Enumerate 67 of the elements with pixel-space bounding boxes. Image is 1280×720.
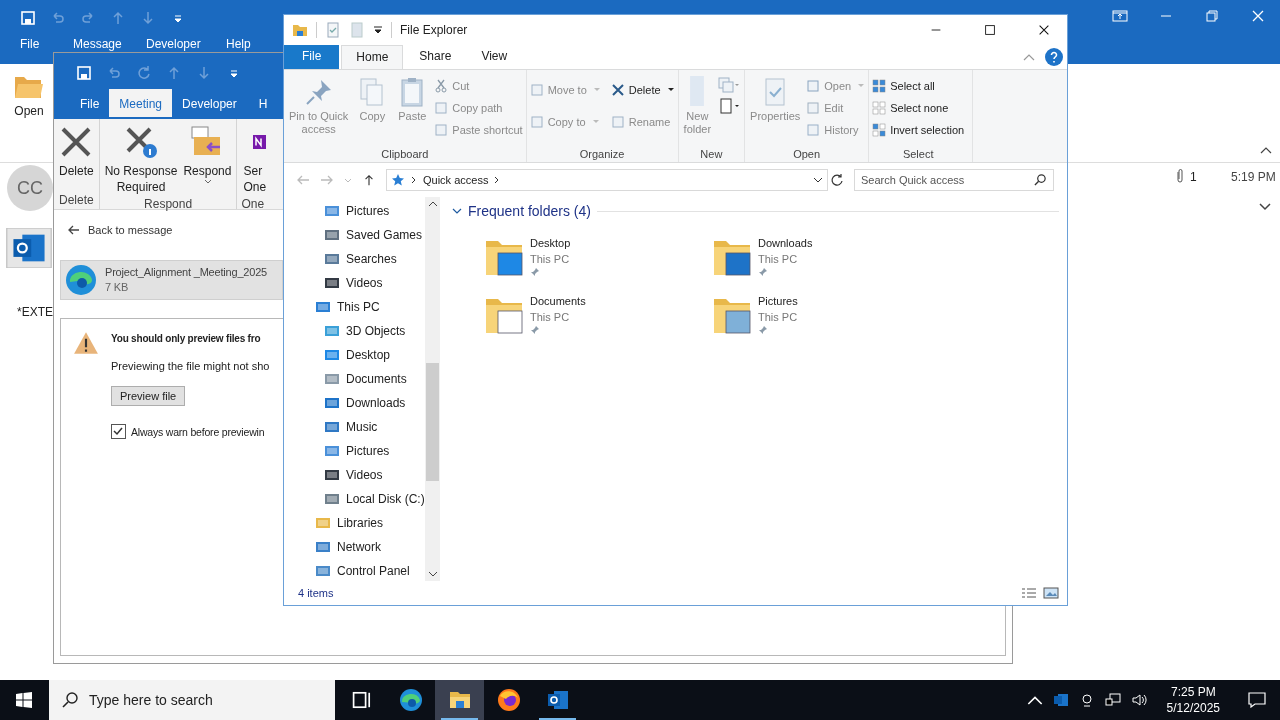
back-link[interactable]: Back to message — [68, 224, 173, 236]
nav-item[interactable]: Saved Games — [284, 223, 425, 247]
taskbar-search-field[interactable]: Type here to search — [49, 680, 335, 720]
search-field[interactable]: Search Quick access — [854, 169, 1054, 191]
clock[interactable]: 7:25 PM 5/12/2025 — [1166, 684, 1220, 716]
nav-item[interactable]: Music — [284, 415, 425, 439]
ribbon-button[interactable]: Respond — [181, 123, 234, 197]
group-label: One — [241, 197, 265, 209]
warning-title: You should only preview files fro — [111, 333, 261, 344]
address-bar[interactable]: Quick access — [386, 169, 828, 191]
message-body-text: *EXTE — [17, 305, 53, 319]
ribbon-button[interactable]: Invert selection — [872, 120, 965, 139]
checkbox-label: Always warn before previewin — [131, 425, 265, 438]
nav-item[interactable]: 3D Objects — [284, 319, 425, 343]
group-label: Clipboard — [381, 148, 429, 160]
ribbon-tab[interactable]: Meeting — [109, 89, 173, 117]
ribbon-button[interactable]: Delete — [57, 123, 96, 193]
nav-item[interactable]: Libraries — [284, 511, 425, 535]
nav-item[interactable]: Searches — [284, 247, 425, 271]
nav-item[interactable]: Network — [284, 535, 425, 559]
section-title[interactable]: Frequent folders (4) — [468, 203, 591, 219]
ribbon-tab[interactable]: View — [467, 45, 522, 69]
nav-item[interactable]: Pictures — [284, 439, 425, 463]
ribbon-tab[interactable]: File — [70, 89, 110, 117]
ribbon-button[interactable]: Delete — [610, 80, 675, 99]
nav-item[interactable]: Documents — [284, 367, 425, 391]
attachment-count: 1 — [1190, 170, 1197, 184]
nav-item[interactable]: This PC — [284, 295, 425, 319]
ribbon-button[interactable]: No Response Required — [102, 123, 180, 197]
group-label: New — [700, 148, 723, 160]
nav-item[interactable]: Local Disk (C:) — [284, 487, 425, 511]
avatar: CC — [7, 165, 53, 211]
ribbon-button[interactable]: Ser One — [241, 123, 267, 197]
ribbon-tab[interactable]: Home — [341, 45, 404, 69]
window-title: File Explorer — [400, 23, 468, 37]
ribbon-tab[interactable]: Developer — [142, 38, 222, 51]
ribbon-tab[interactable]: File — [16, 38, 69, 51]
group-label: Select — [902, 148, 934, 160]
received-time: 5:19 PM — [1231, 170, 1276, 184]
nav-item[interactable]: Videos — [284, 271, 425, 295]
ribbon-tab[interactable]: Share — [405, 45, 466, 69]
ribbon-button[interactable]: Select all — [872, 76, 965, 95]
nav-item[interactable]: Downloads — [284, 391, 425, 415]
ribbon-tab[interactable]: Developer — [172, 89, 247, 117]
nav-item[interactable]: Desktop — [284, 343, 425, 367]
group-label: Delete — [59, 193, 94, 207]
nav-item[interactable]: Control Panel — [284, 559, 425, 583]
status-text: 4 items — [298, 587, 334, 599]
group-label: Respond — [144, 197, 193, 211]
preview-file-button[interactable]: Preview file — [111, 386, 186, 406]
group-label: Organize — [579, 148, 625, 160]
warning-text: Previewing the file might not sho — [111, 360, 270, 372]
ribbon-tab[interactable]: Message — [69, 38, 142, 51]
ribbon-tab[interactable]: Help — [222, 38, 255, 51]
ribbon-tab[interactable]: File — [284, 45, 340, 69]
folder-tile[interactable]: Documents This PC — [484, 293, 586, 337]
nav-item[interactable]: Videos — [284, 463, 425, 487]
folder-tile[interactable]: Downloads This PC — [712, 235, 813, 279]
ribbon-button[interactable]: Select none — [872, 98, 965, 117]
group-label: Open — [793, 148, 821, 160]
folder-tile[interactable]: Desktop This PC — [484, 235, 571, 279]
attachment-item[interactable]: Project_Alignment _Meeting_2025 7 KB — [60, 260, 283, 300]
ribbon-tab[interactable]: H — [248, 89, 278, 117]
nav-item[interactable]: Pictures — [284, 199, 425, 223]
folder-tile[interactable]: Pictures This PC — [712, 293, 798, 337]
breadcrumb-item[interactable]: Quick access — [423, 174, 489, 186]
open-button[interactable]: Open — [10, 72, 48, 120]
